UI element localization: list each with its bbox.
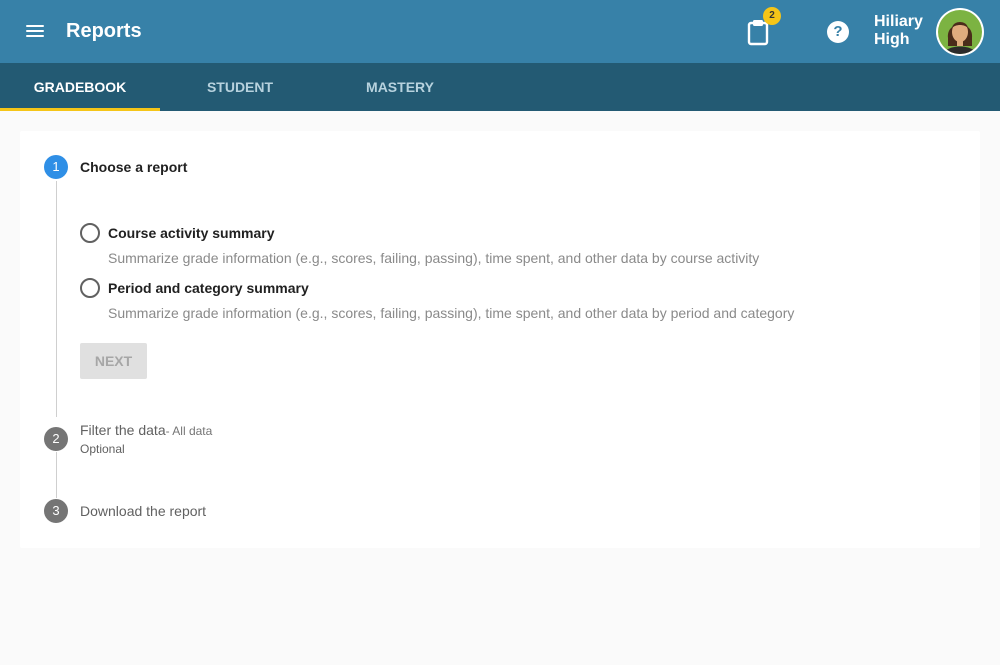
course-activity-radio[interactable] bbox=[80, 223, 100, 243]
tab-gradebook[interactable]: GRADEBOOK bbox=[0, 63, 160, 111]
step-2-title: Filter the data- All data bbox=[80, 422, 212, 438]
menu-icon[interactable] bbox=[24, 22, 46, 40]
user-first-name: Hiliary bbox=[874, 13, 923, 30]
tab-mastery[interactable]: MASTERY bbox=[320, 63, 480, 111]
avatar[interactable] bbox=[936, 8, 984, 56]
period-category-radio[interactable] bbox=[80, 278, 100, 298]
user-last-name: High bbox=[874, 31, 910, 48]
step-2-title-text: Filter the data bbox=[80, 422, 166, 438]
course-activity-description: Summarize grade information (e.g., score… bbox=[108, 250, 760, 266]
period-category-label[interactable]: Period and category summary bbox=[108, 280, 309, 296]
tab-bar: GRADEBOOK STUDENT MASTERY bbox=[0, 63, 1000, 111]
step-2-subtext: - All data bbox=[165, 424, 213, 438]
help-icon[interactable]: ? bbox=[827, 21, 849, 43]
step-2-indicator: 2 bbox=[44, 427, 68, 451]
page-title: Reports bbox=[66, 20, 142, 42]
step-connector bbox=[56, 181, 57, 417]
step-2-optional: Optional bbox=[80, 442, 125, 456]
app-bar: Reports 2 ? Hiliary High bbox=[0, 0, 1000, 63]
period-category-description: Summarize grade information (e.g., score… bbox=[108, 305, 795, 321]
step-1-title: Choose a report bbox=[80, 159, 188, 175]
step-3-indicator: 3 bbox=[44, 499, 68, 523]
course-activity-label[interactable]: Course activity summary bbox=[108, 225, 275, 241]
next-button[interactable]: NEXT bbox=[80, 343, 147, 379]
stepper-card bbox=[20, 131, 980, 548]
step-1-indicator: 1 bbox=[44, 155, 68, 179]
user-name[interactable]: Hiliary High bbox=[874, 13, 934, 49]
step-connector bbox=[56, 452, 57, 498]
notification-badge: 2 bbox=[763, 7, 781, 25]
step-3-title: Download the report bbox=[80, 503, 207, 519]
tab-student[interactable]: STUDENT bbox=[160, 63, 320, 111]
